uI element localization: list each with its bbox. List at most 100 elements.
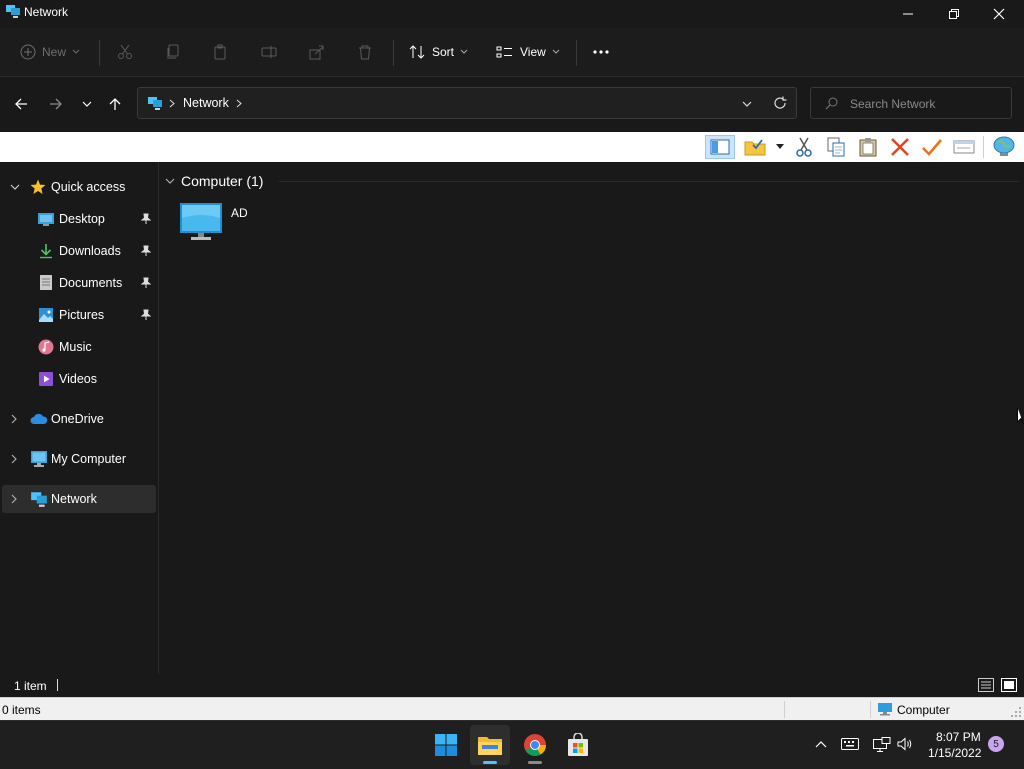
refresh-icon[interactable] [773, 96, 787, 110]
computer-icon [31, 451, 47, 467]
folder-icon [478, 737, 502, 755]
legacy-copy-button[interactable] [822, 135, 850, 159]
folder-options-button[interactable] [742, 135, 768, 159]
status-bar: 1 item [0, 674, 1024, 696]
checkmark-icon [922, 139, 942, 156]
nav-item-downloads[interactable]: Downloads [2, 237, 156, 265]
nav-my-computer[interactable]: My Computer [2, 445, 156, 473]
recent-locations-button[interactable] [76, 93, 98, 115]
chrome-icon [524, 734, 546, 756]
preview-pane-icon [710, 139, 730, 155]
running-indicator [528, 761, 542, 764]
plus-circle-icon [20, 44, 36, 60]
legacy-properties-button[interactable] [950, 135, 978, 159]
download-icon [40, 244, 52, 259]
nav-item-documents[interactable]: Documents [2, 269, 156, 297]
legacy-paste-button[interactable] [854, 135, 882, 159]
delete-x-icon [891, 138, 909, 156]
taskbar-store[interactable] [558, 725, 598, 765]
chevron-right-icon[interactable] [11, 454, 17, 464]
address-history-chevron-icon[interactable] [742, 100, 752, 108]
chevron-up-icon[interactable] [815, 740, 827, 748]
legacy-item-count: 0 items [2, 703, 41, 717]
notification-badge[interactable]: 5 [988, 736, 1004, 752]
separator [784, 701, 785, 718]
arrow-left-icon [15, 98, 27, 110]
legacy-toolbar [0, 132, 1024, 163]
copy-button[interactable] [165, 28, 181, 76]
command-bar: New Sort View [0, 28, 1024, 77]
nav-item-label: Videos [59, 372, 97, 386]
minimize-button[interactable] [885, 0, 931, 28]
new-button[interactable]: New [20, 28, 80, 76]
navigation-pane: Quick access Desktop Downloads Documents… [0, 162, 159, 674]
forward-button[interactable] [45, 93, 67, 115]
view-button[interactable]: View [496, 28, 560, 76]
taskbar-file-explorer[interactable] [470, 725, 510, 765]
nav-quick-access[interactable]: Quick access [2, 173, 156, 201]
paste-icon [859, 138, 877, 157]
chevron-down-icon [552, 49, 560, 54]
preview-pane-button[interactable] [705, 135, 735, 159]
keyboard-icon[interactable] [841, 738, 859, 750]
nav-network-label: Network [51, 492, 97, 506]
videos-icon [39, 372, 53, 386]
taskbar-chrome[interactable] [515, 725, 555, 765]
nav-item-videos[interactable]: Videos [2, 365, 156, 393]
sort-button[interactable]: Sort [408, 28, 468, 76]
chevron-right-icon[interactable] [236, 99, 242, 108]
cloud-icon [30, 413, 48, 424]
pin-icon [141, 245, 151, 256]
chevron-right-icon[interactable] [11, 494, 17, 504]
legacy-apply-button[interactable] [918, 135, 946, 159]
folder-options-dropdown[interactable] [770, 135, 790, 159]
nav-onedrive[interactable]: OneDrive [2, 405, 156, 433]
clock-time[interactable]: 8:07 PM [936, 730, 981, 744]
document-icon [40, 275, 52, 290]
see-more-button[interactable] [592, 28, 610, 76]
address-bar[interactable]: Network [137, 87, 797, 119]
chevron-down-icon[interactable] [10, 183, 20, 191]
legacy-globe-button[interactable] [990, 135, 1018, 159]
network-icon [148, 97, 162, 110]
nav-item-desktop[interactable]: Desktop [2, 205, 156, 233]
chevron-right-icon[interactable] [11, 414, 17, 424]
clock-date[interactable]: 1/15/2022 [928, 746, 981, 760]
up-button[interactable] [104, 93, 126, 115]
large-icons-view-icon[interactable] [1001, 678, 1017, 692]
active-indicator [483, 761, 497, 764]
taskbar: 8:07 PM 1/15/2022 5 [0, 720, 1024, 769]
nav-item-pictures[interactable]: Pictures [2, 301, 156, 329]
separator [983, 136, 984, 158]
resize-grip-icon[interactable] [1011, 707, 1022, 718]
network-status-icon[interactable] [873, 737, 891, 753]
share-button[interactable] [309, 28, 325, 76]
address-row: Network Search Network [0, 77, 1024, 131]
back-button[interactable] [10, 93, 32, 115]
legacy-cut-button[interactable] [790, 135, 818, 159]
sort-label: Sort [432, 45, 455, 59]
search-placeholder: Search Network [850, 97, 936, 111]
search-box[interactable]: Search Network [810, 87, 1012, 119]
nav-item-music[interactable]: Music [2, 333, 156, 361]
start-button[interactable] [426, 725, 466, 765]
copy-icon [167, 44, 179, 59]
chevron-down-icon [460, 49, 468, 54]
close-button[interactable] [976, 0, 1022, 28]
group-divider [279, 181, 1019, 182]
restore-button[interactable] [931, 0, 977, 28]
list-item[interactable]: AD [177, 200, 277, 244]
volume-icon[interactable] [897, 737, 913, 751]
details-view-icon[interactable] [978, 678, 994, 692]
cut-button[interactable] [117, 28, 133, 76]
legacy-delete-button[interactable] [886, 135, 914, 159]
group-header-label: Computer (1) [181, 173, 264, 189]
paste-button[interactable] [213, 28, 229, 76]
nav-item-label: Music [59, 340, 92, 354]
copy-icon [827, 137, 845, 157]
breadcrumb-network[interactable]: Network [183, 96, 229, 110]
rename-button[interactable] [261, 28, 277, 76]
nav-network[interactable]: Network [2, 485, 156, 513]
group-header[interactable]: Computer (1) [165, 171, 263, 191]
delete-button[interactable] [357, 28, 373, 76]
